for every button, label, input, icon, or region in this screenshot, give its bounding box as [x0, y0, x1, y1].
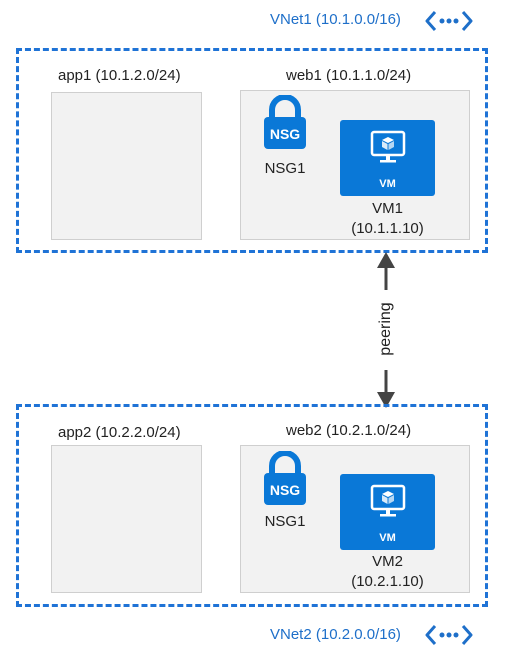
vm1-name: VM1	[372, 200, 403, 217]
vm2-name: VM2	[372, 553, 403, 570]
monitor-icon	[370, 130, 406, 163]
web2-subnet-label: web2 (10.2.1.0/24)	[286, 422, 412, 439]
nsg1-label-vnet2: NSG1	[264, 513, 306, 530]
nsg-lock-icon: NSG	[264, 95, 306, 149]
vm2-ip: (10.2.1.10)	[351, 573, 424, 590]
app2-subnet-label: app2 (10.2.2.0/24)	[58, 424, 181, 441]
monitor-icon	[370, 484, 406, 517]
vnet1-title: VNet1 (10.1.0.0/16)	[270, 11, 401, 28]
vm-badge-text: VM	[379, 178, 396, 190]
vnet2-icon	[425, 625, 473, 645]
vm2-tile[interactable]: VM	[340, 474, 435, 550]
nsg-badge-text: NSG	[270, 126, 300, 142]
vm1-ip: (10.1.1.10)	[351, 220, 424, 237]
nsg1-label: NSG1	[264, 160, 306, 177]
vnet1-icon	[425, 11, 473, 31]
nsg-badge-text: NSG	[270, 482, 300, 498]
peering-label: peering	[377, 302, 394, 356]
nsg-lock-icon: NSG	[264, 451, 306, 505]
app1-subnet-label: app1 (10.1.2.0/24)	[58, 67, 181, 84]
vm-badge-text: VM	[379, 532, 396, 544]
web1-subnet-label: web1 (10.1.1.0/24)	[286, 67, 412, 84]
app2-subnet	[51, 445, 202, 593]
app1-subnet	[51, 92, 202, 240]
vm1-tile[interactable]: VM	[340, 120, 435, 196]
vnet2-title: VNet2 (10.2.0.0/16)	[270, 626, 401, 643]
